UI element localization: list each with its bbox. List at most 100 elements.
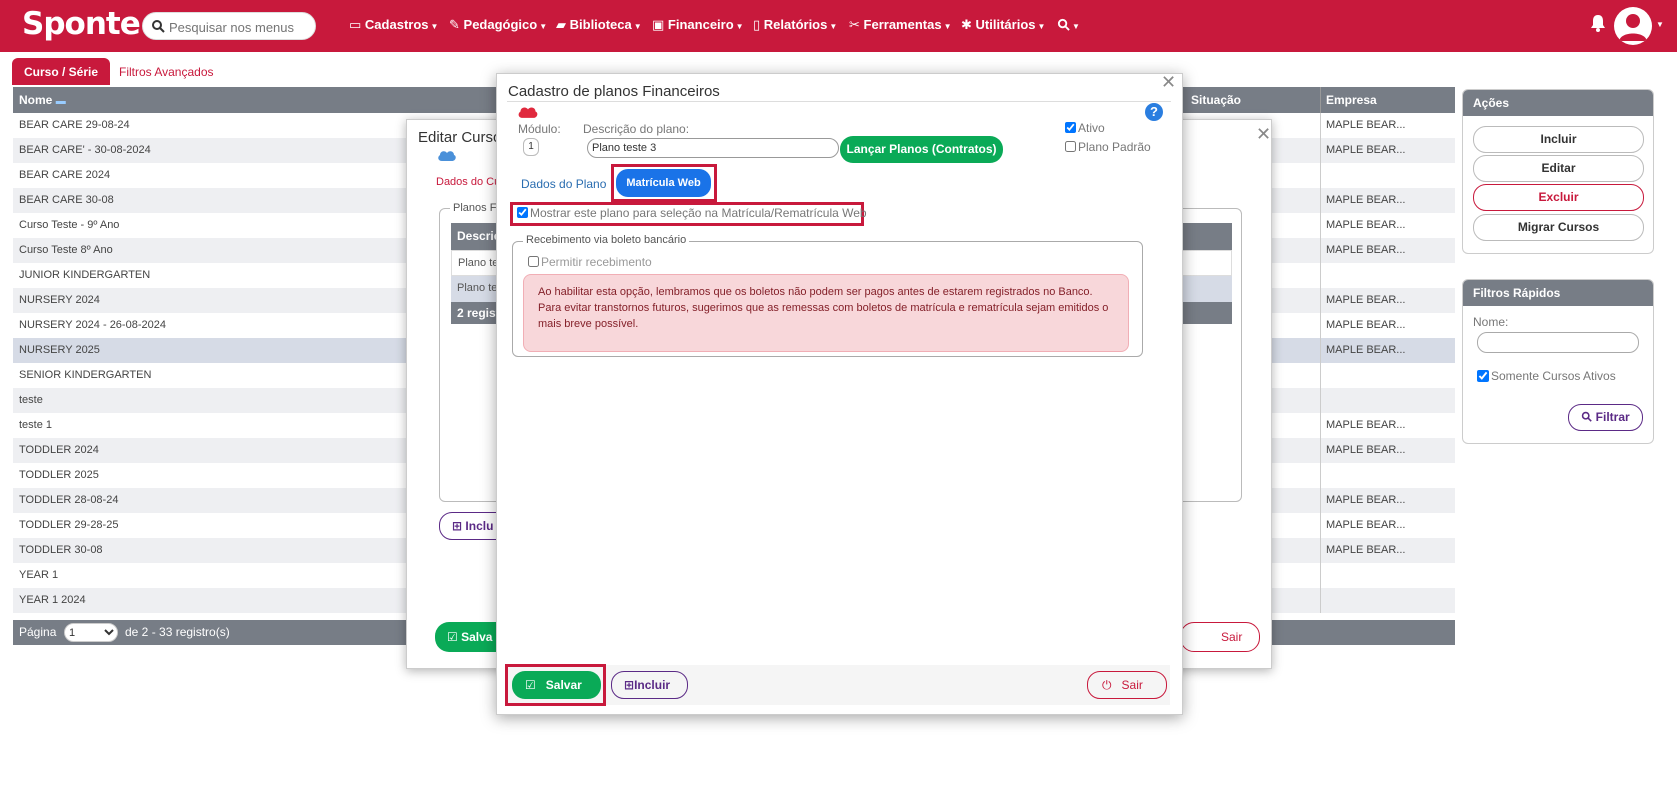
cell-nome: TODDLER 30-08 [19, 544, 103, 556]
money-icon: ▣ [652, 17, 665, 32]
editar-button[interactable]: Editar [1473, 155, 1644, 182]
permitir-recebimento-label: Permitir recebimento [541, 255, 652, 269]
cell-empresa: MAPLE BEAR... [1326, 119, 1406, 131]
cell-nome: JUNIOR KINDERGARTEN [19, 269, 151, 281]
cell-nome: BEAR CARE 29-08-24 [19, 119, 130, 131]
col-empresa[interactable]: Empresa [1326, 87, 1377, 113]
tab-dados-curso[interactable]: Dados do Cu [436, 176, 500, 188]
sair-button[interactable]: ⏻ Sair [1087, 671, 1167, 699]
cloud-icon [518, 107, 538, 118]
nav-relatorios[interactable]: ▯ Relatórios ▼ [753, 17, 837, 33]
ativo-label: Ativo [1078, 121, 1105, 135]
cell-nome: TODDLER 2025 [19, 469, 99, 481]
close-icon[interactable]: ✕ [1256, 124, 1271, 145]
gear-icon: ✱ [961, 17, 972, 32]
cell-empresa: MAPLE BEAR... [1326, 144, 1406, 156]
menu-search-input[interactable] [165, 16, 313, 38]
cell-empresa: MAPLE BEAR... [1326, 444, 1406, 456]
help-icon[interactable]: ? [1145, 103, 1163, 121]
pager-info: de 2 - 33 registro(s) [125, 625, 230, 639]
nav-pedagogico[interactable]: ✎ Pedagógico ▼ [449, 17, 547, 33]
cell-nome: teste 1 [19, 419, 53, 431]
modulo-value[interactable]: 1 [523, 138, 539, 156]
ativo-checkbox[interactable] [1065, 122, 1076, 133]
nav-ferramentas[interactable]: ✂ Ferramentas ▼ [849, 17, 952, 33]
salvar-label: Salvar [545, 678, 582, 692]
top-navbar: Sponte ▭ Cadastros▼ ✎ Pedagógico▼ ▰ Bibl… [0, 0, 1677, 52]
cell-descricao: Plano te [457, 282, 498, 294]
sair-label: Sair [1121, 678, 1143, 692]
incluir-label: Inclu [465, 519, 494, 533]
sair-curso-button[interactable]: Sair [1180, 622, 1260, 652]
cell-empresa: MAPLE BEAR... [1326, 244, 1406, 256]
col-nome-label: Nome [19, 93, 53, 107]
salvar-button[interactable]: ☑ Salvar [512, 671, 601, 699]
title-divider [507, 101, 1171, 102]
wrench-icon: ✂ [849, 17, 860, 32]
plus-icon: ⊞ [624, 678, 635, 692]
col-descricao[interactable]: Descriç [457, 229, 500, 243]
caret-down-icon: ▼ [829, 22, 838, 31]
descricao-label: Descrição do plano: [583, 122, 690, 136]
cell-nome: TODDLER 29-28-25 [19, 519, 119, 531]
incluir-button[interactable]: ⊞Incluir [611, 671, 688, 699]
col-nome[interactable]: Nome ▬ [19, 87, 66, 113]
cell-empresa: MAPLE BEAR... [1326, 494, 1406, 506]
modulo-label: Módulo: [518, 122, 561, 136]
cell-nome: BEAR CARE 2024 [19, 169, 111, 181]
cell-empresa: MAPLE BEAR... [1326, 544, 1406, 556]
nav-label: Relatórios [763, 17, 828, 32]
bell-icon[interactable] [1590, 14, 1606, 32]
nav-label: Utilitários [975, 17, 1036, 32]
plano-padrao-checkbox[interactable] [1065, 141, 1076, 152]
dialog-title: Cadastro de planos Financeiros [508, 83, 720, 100]
page-select[interactable]: 1 [64, 623, 118, 642]
tab-dados-plano[interactable]: Dados do Plano [521, 177, 606, 191]
cell-nome: TODDLER 2024 [19, 444, 99, 456]
nav-biblioteca[interactable]: ▰ Biblioteca ▼ [556, 17, 642, 33]
mostrar-plano-label: Mostrar este plano para seleção na Matrí… [530, 206, 867, 220]
acoes-title: Ações [1463, 90, 1653, 116]
tab-filtros-avancados[interactable]: Filtros Avançados [119, 65, 214, 79]
plus-icon: ⊞ [452, 519, 463, 533]
sort-icon: ▬ [55, 96, 66, 107]
menu-search[interactable] [142, 12, 316, 40]
incluir-button[interactable]: Incluir [1473, 126, 1644, 153]
caret-down-icon: ▼ [430, 22, 439, 31]
nome-filter-input[interactable] [1477, 332, 1639, 353]
mostrar-plano-checkbox[interactable] [517, 207, 528, 218]
cell-empresa: MAPLE BEAR... [1326, 419, 1406, 431]
nav-financeiro[interactable]: ▣ Financeiro ▼ [652, 17, 744, 33]
tab-matricula-web[interactable]: Matrícula Web [616, 169, 711, 197]
nav-cadastros[interactable]: ▭ Cadastros ▼ [349, 17, 438, 33]
nav-label: Ferramentas [863, 17, 942, 32]
cell-nome: Curso Teste 8º Ano [19, 244, 113, 256]
col-situacao[interactable]: Situação [1191, 87, 1242, 113]
excluir-button[interactable]: Excluir [1473, 184, 1644, 211]
close-icon[interactable]: ✕ [1161, 72, 1176, 93]
power-icon: ⏻ [1102, 678, 1112, 692]
filtros-rapidos-title: Filtros Rápidos [1463, 280, 1653, 306]
tab-curso-serie[interactable]: Curso / Série [12, 58, 110, 85]
migrar-cursos-button[interactable]: Migrar Cursos [1473, 214, 1644, 241]
boleto-legend: Recebimento via boleto bancário [523, 234, 690, 246]
nav-search[interactable]: ▼ [1057, 17, 1080, 32]
caret-down-icon[interactable]: ▼ [1656, 20, 1664, 29]
permitir-recebimento-checkbox[interactable] [528, 256, 539, 267]
pager-label: Página [19, 625, 57, 639]
filtrar-button[interactable]: Filtrar [1568, 404, 1643, 431]
cell-empresa: MAPLE BEAR... [1326, 194, 1406, 206]
somente-ativos-checkbox[interactable] [1477, 370, 1489, 382]
filtros-rapidos-panel: Filtros Rápidos Nome: Somente Cursos Ati… [1462, 279, 1654, 444]
book-icon: ▰ [556, 17, 566, 32]
user-avatar[interactable] [1614, 7, 1652, 45]
cell-nome: BEAR CARE 30-08 [19, 194, 114, 206]
cell-empresa: MAPLE BEAR... [1326, 519, 1406, 531]
nav-utilitarios[interactable]: ✱ Utilitários ▼ [961, 17, 1045, 33]
app-logo[interactable]: Sponte [22, 6, 141, 42]
boleto-alert: Ao habilitar esta opção, lembramos que o… [523, 274, 1129, 352]
lancar-planos-button[interactable]: Lançar Planos (Contratos) [840, 136, 1003, 163]
check-icon: ☑ [525, 678, 536, 692]
descricao-input[interactable] [587, 138, 839, 158]
nav-label: Pedagógico [463, 17, 538, 32]
